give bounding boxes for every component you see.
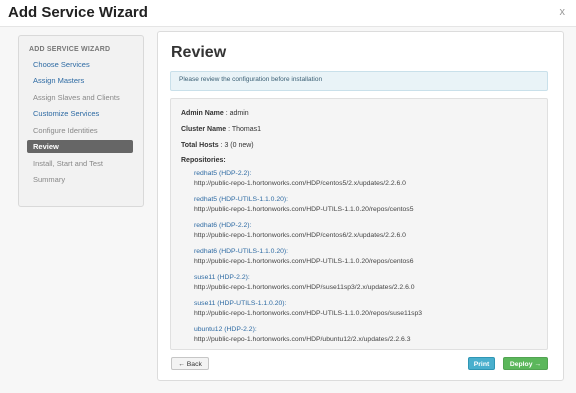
page-title: Review [171, 44, 227, 61]
repo-os: suse11 (HDP-2.2): [194, 274, 250, 281]
repo-url: http://public-repo-1.hortonworks.com/HDP… [194, 258, 414, 265]
total-hosts-value: : 3 (0 new) [218, 142, 254, 149]
repo-url: http://public-repo-1.hortonworks.com/HDP… [194, 180, 406, 187]
modal-title: Add Service Wizard [8, 4, 148, 21]
admin-name-value: : admin [223, 110, 249, 117]
nav-item-install-start-test: Install, Start and Test [33, 159, 103, 168]
repo-url: http://public-repo-1.hortonworks.com/HDP… [194, 206, 414, 213]
nav-item-summary: Summary [33, 175, 66, 184]
repo-item: redhat5 (HDP-2.2): http://public-repo-1.… [194, 169, 406, 189]
print-button[interactable]: Print [468, 357, 495, 370]
repo-url: http://public-repo-1.hortonworks.com/HDP… [194, 284, 415, 291]
alert-text: Please review the configuration before i… [179, 76, 323, 83]
nav-item-review[interactable]: Review [27, 140, 133, 153]
repo-item: redhat6 (HDP-2.2): http://public-repo-1.… [194, 221, 406, 241]
repo-item: suse11 (HDP-2.2): http://public-repo-1.h… [194, 273, 415, 293]
repo-os: redhat6 (HDP-2.2): [194, 222, 252, 229]
total-hosts-label: Total Hosts [181, 142, 219, 149]
wizard-sidebar: ADD SERVICE WIZARD Choose Services Assig… [18, 35, 144, 207]
repo-item: suse11 (HDP-UTILS-1.1.0.20): http://publ… [194, 299, 422, 319]
back-button[interactable]: ← Back [171, 357, 209, 370]
cluster-name-row: Cluster Name : Thomas1 [181, 126, 261, 133]
review-panel: Review Please review the configuration b… [157, 31, 564, 381]
admin-name-label: Admin Name [181, 110, 224, 117]
repo-os: redhat6 (HDP-UTILS-1.1.0.20): [194, 248, 289, 255]
repositories-heading: Repositories: [181, 157, 226, 164]
admin-name-row: Admin Name : admin [181, 110, 249, 117]
repo-url: http://public-repo-1.hortonworks.com/HDP… [194, 310, 423, 317]
deploy-button[interactable]: Deploy → [503, 357, 548, 370]
nav-item-customize-services[interactable]: Customize Services [27, 107, 133, 120]
repo-item: redhat6 (HDP-UTILS-1.1.0.20): http://pub… [194, 247, 414, 267]
repo-os: suse11 (HDP-UTILS-1.1.0.20): [194, 300, 287, 307]
nav-item-choose-services[interactable]: Choose Services [27, 58, 133, 71]
info-alert: Please review the configuration before i… [170, 71, 548, 91]
cluster-name-label: Cluster Name [181, 126, 227, 133]
modal-header: Add Service Wizard x [0, 0, 576, 27]
repo-url: http://public-repo-1.hortonworks.com/HDP… [194, 336, 411, 343]
repo-os: redhat5 (HDP-UTILS-1.1.0.20): [194, 196, 289, 203]
repo-item: ubuntu12 (HDP-2.2): http://public-repo-1… [194, 325, 411, 345]
repo-os: ubuntu12 (HDP-2.2): [194, 326, 257, 333]
modal-body: ADD SERVICE WIZARD Choose Services Assig… [0, 27, 576, 393]
total-hosts-row: Total Hosts : 3 (0 new) [181, 142, 254, 149]
nav-item-assign-slaves-clients: Assign Slaves and Clients [33, 93, 120, 102]
cluster-name-value: : Thomas1 [226, 126, 262, 133]
sidebar-heading: ADD SERVICE WIZARD [29, 46, 111, 53]
repo-item: redhat5 (HDP-UTILS-1.1.0.20): http://pub… [194, 195, 414, 215]
repo-url: http://public-repo-1.hortonworks.com/HDP… [194, 232, 406, 239]
nav-item-configure-identities: Configure Identities [33, 126, 98, 135]
repo-os: redhat5 (HDP-2.2): [194, 170, 252, 177]
nav-item-assign-masters[interactable]: Assign Masters [27, 74, 133, 87]
review-details: Admin Name : admin Cluster Name : Thomas… [170, 98, 548, 350]
close-icon[interactable]: x [560, 6, 566, 18]
